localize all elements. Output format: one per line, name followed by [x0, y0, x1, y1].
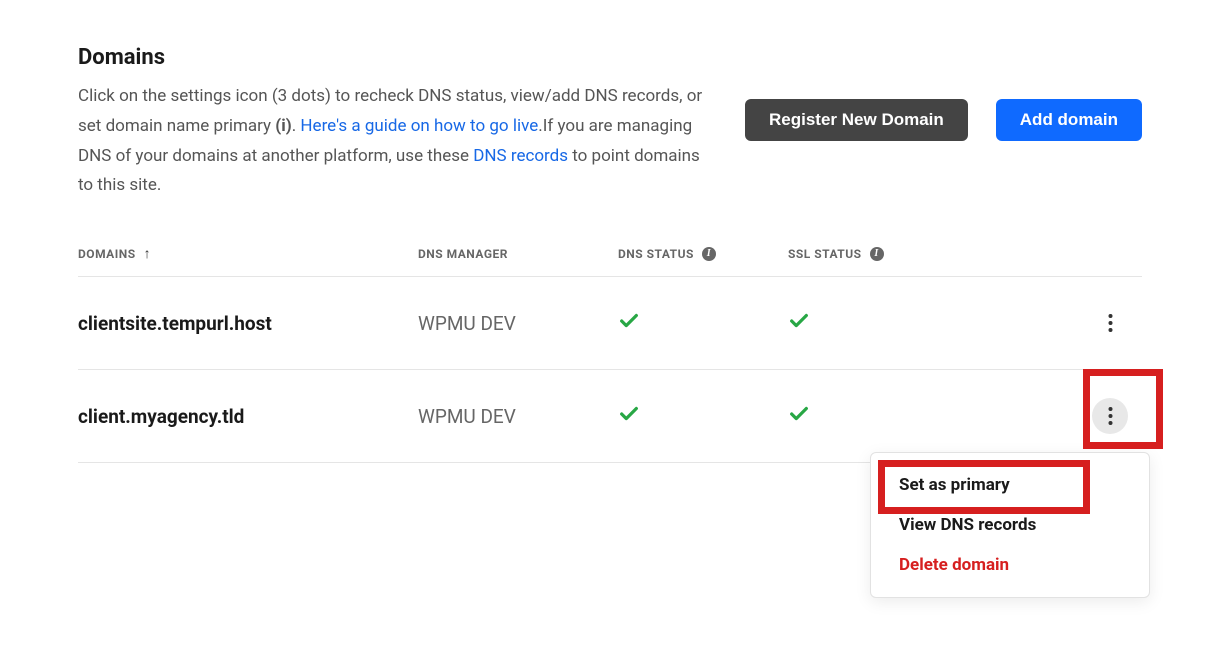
more-vertical-icon — [1108, 313, 1113, 333]
domain-name: clientsite.tempurl.host — [78, 312, 418, 335]
add-domain-button[interactable]: Add domain — [996, 99, 1142, 141]
more-options-button[interactable] — [1092, 398, 1128, 434]
page-title: Domains — [78, 45, 718, 70]
row-dropdown-menu: Set as primary View DNS records Delete d… — [870, 452, 1150, 598]
row-actions — [988, 305, 1142, 341]
check-icon — [788, 310, 810, 332]
dns-status-cell — [618, 403, 788, 429]
table-row: clientsite.tempurl.host WPMU DEV — [78, 277, 1142, 370]
check-icon — [788, 403, 810, 425]
column-label-manager: DNS MANAGER — [418, 247, 508, 261]
ssl-status-cell — [788, 403, 988, 429]
dns-records-link[interactable]: DNS records — [473, 146, 568, 166]
row-actions — [988, 398, 1142, 434]
guide-link[interactable]: Here's a guide on how to go live — [300, 116, 538, 136]
check-icon — [618, 403, 640, 425]
column-header-ssl: SSL STATUS i — [788, 247, 988, 261]
domains-table: DOMAINS ↑ DNS MANAGER DNS STATUS i SSL S… — [78, 231, 1142, 463]
column-label-ssl: SSL STATUS — [788, 247, 862, 261]
table-header: DOMAINS ↑ DNS MANAGER DNS STATUS i SSL S… — [78, 231, 1142, 277]
info-icon[interactable]: i — [702, 247, 716, 261]
column-header-manager: DNS MANAGER — [418, 247, 618, 261]
column-header-domains[interactable]: DOMAINS ↑ — [78, 245, 418, 262]
column-label-dns: DNS STATUS — [618, 247, 694, 261]
register-domain-button[interactable]: Register New Domain — [745, 99, 968, 141]
info-icon[interactable]: i — [870, 247, 884, 261]
page-description: Click on the settings icon (3 dots) to r… — [78, 82, 718, 201]
header-left: Domains Click on the settings icon (3 do… — [78, 45, 718, 201]
menu-view-dns[interactable]: View DNS records — [871, 505, 1149, 545]
header-actions: Register New Domain Add domain — [745, 45, 1142, 141]
dns-manager-value: WPMU DEV — [418, 405, 618, 428]
sort-arrow-icon: ↑ — [144, 245, 152, 262]
more-vertical-icon — [1108, 406, 1113, 426]
header-section: Domains Click on the settings icon (3 do… — [78, 45, 1142, 201]
table-row: client.myagency.tld WPMU DEV — [78, 370, 1142, 463]
menu-set-primary[interactable]: Set as primary — [871, 465, 1149, 505]
column-header-dns: DNS STATUS i — [618, 247, 788, 261]
dns-manager-value: WPMU DEV — [418, 312, 618, 335]
check-icon — [618, 310, 640, 332]
desc-info-mark: (i) — [275, 116, 291, 136]
menu-delete-domain[interactable]: Delete domain — [871, 545, 1149, 585]
domain-name: client.myagency.tld — [78, 405, 418, 428]
more-options-button[interactable] — [1092, 305, 1128, 341]
ssl-status-cell — [788, 310, 988, 336]
dns-status-cell — [618, 310, 788, 336]
column-label-domains: DOMAINS — [78, 247, 136, 261]
